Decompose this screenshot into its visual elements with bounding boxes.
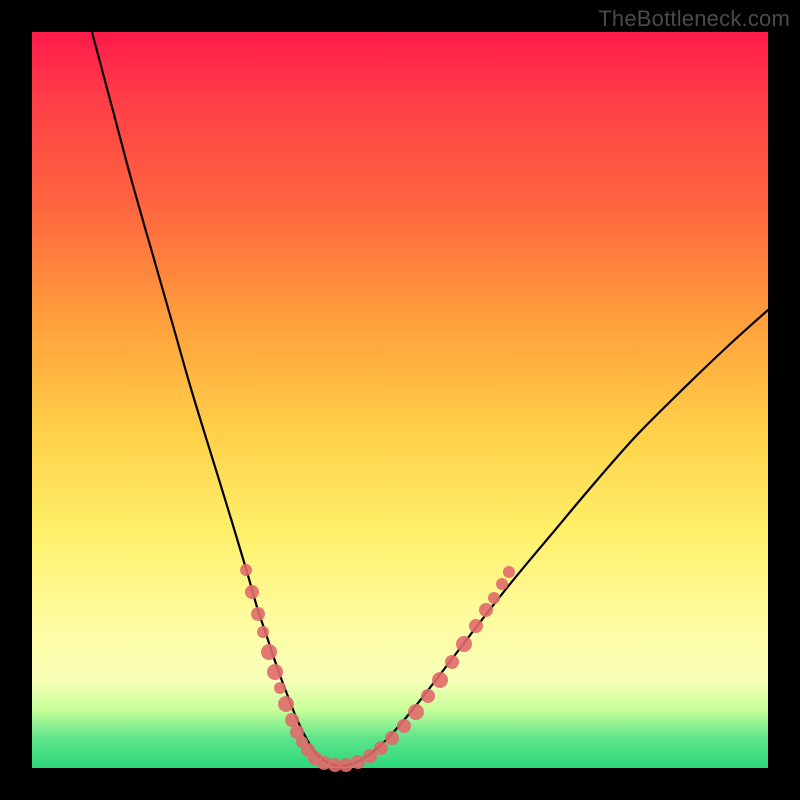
marker-dot xyxy=(285,713,299,727)
marker-dot xyxy=(488,592,500,604)
marker-dot xyxy=(240,564,252,576)
marker-dot xyxy=(469,619,483,633)
marker-dot xyxy=(261,644,277,660)
marker-dot xyxy=(351,755,365,769)
curve-layer xyxy=(92,32,768,766)
marker-dot xyxy=(432,672,448,688)
marker-dot xyxy=(385,731,399,745)
marker-dot xyxy=(257,626,269,638)
marker-dot xyxy=(479,603,493,617)
marker-dot xyxy=(408,704,424,720)
marker-dot xyxy=(339,758,353,772)
marker-dot xyxy=(374,741,388,755)
marker-dot xyxy=(421,689,435,703)
marker-dot xyxy=(445,655,459,669)
marker-dot xyxy=(267,664,283,680)
marker-dot xyxy=(245,585,259,599)
marker-dot xyxy=(278,696,294,712)
marker-dot xyxy=(251,607,265,621)
markers-layer xyxy=(240,564,515,772)
outer-frame: TheBottleneck.com xyxy=(0,0,800,800)
marker-dot xyxy=(274,682,286,694)
plot-area xyxy=(32,32,768,768)
watermark-text: TheBottleneck.com xyxy=(598,6,790,32)
marker-dot xyxy=(456,636,472,652)
marker-dot xyxy=(503,566,515,578)
bottleneck-curve xyxy=(92,32,768,766)
chart-svg xyxy=(32,32,768,768)
marker-dot xyxy=(496,578,508,590)
marker-dot xyxy=(397,719,411,733)
